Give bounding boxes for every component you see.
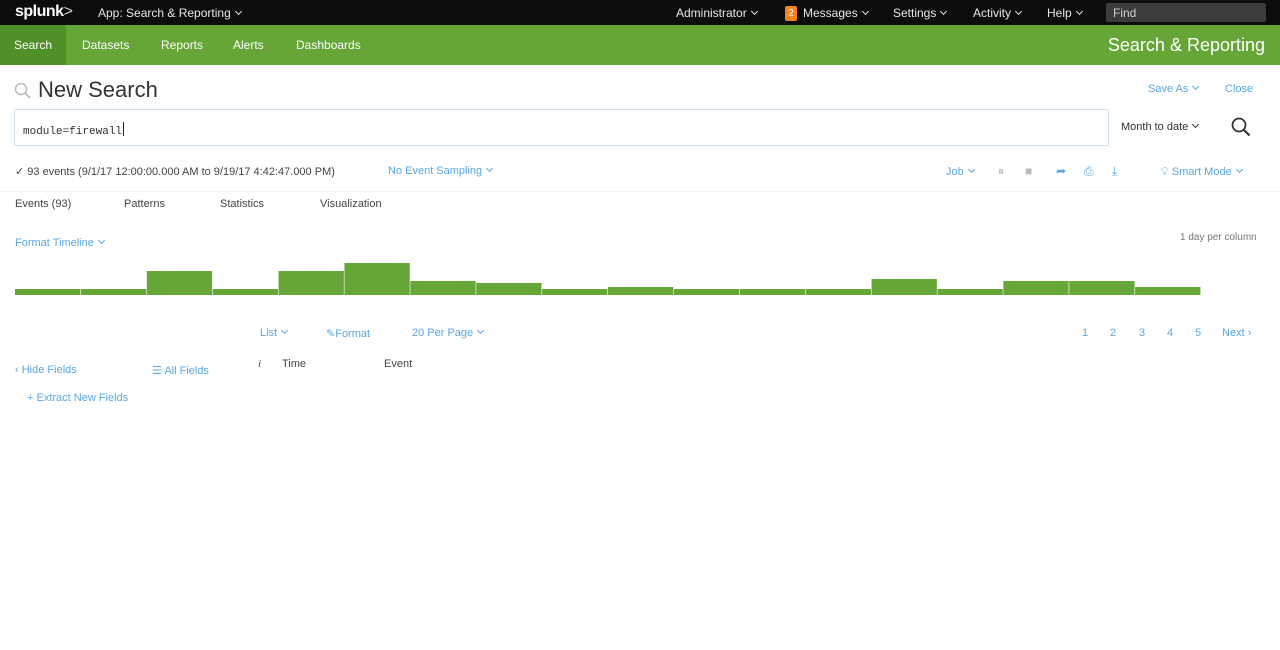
tab-statistics[interactable]: Statistics [220, 198, 264, 210]
messages-menu[interactable]: 2 Messages [785, 6, 869, 22]
nav-reports[interactable]: Reports [161, 38, 203, 52]
activity-menu[interactable]: Activity [973, 6, 1023, 20]
find-input[interactable]: Find [1106, 3, 1266, 22]
chevron-down-icon [97, 236, 105, 245]
timeline-bar[interactable] [410, 281, 476, 295]
chevron-down-icon [281, 326, 289, 335]
top-bar: splunk> App: Search & Reporting Administ… [0, 0, 1280, 25]
timeline-bar[interactable] [673, 289, 740, 295]
settings-menu[interactable]: Settings [893, 6, 948, 20]
timeline-scale-label: 1 day per column [1180, 232, 1257, 243]
pencil-icon: ✎ [326, 328, 336, 340]
column-event: Event [384, 358, 413, 370]
list-view-menu[interactable]: List [260, 326, 289, 339]
administrator-menu[interactable]: Administrator [676, 6, 758, 20]
tabs-divider [0, 191, 1280, 192]
timeline-bar[interactable] [542, 289, 608, 295]
nav-search[interactable]: Search [14, 38, 52, 52]
chevron-left-icon: ‹ [15, 364, 22, 376]
pause-icon[interactable]: ⏸ [998, 164, 1004, 179]
share-icon[interactable]: ➦ [1056, 164, 1066, 178]
page-title: New Search [38, 77, 158, 102]
tab-visualization[interactable]: Visualization [320, 198, 382, 210]
chevron-down-icon [1235, 165, 1243, 174]
lightbulb-icon: 💡︎ [1161, 166, 1172, 178]
timeline-bar[interactable] [1069, 281, 1135, 295]
chevron-down-icon [1075, 7, 1083, 16]
job-menu[interactable]: Job [946, 165, 975, 178]
hide-fields-link[interactable]: ‹ Hide Fields [15, 364, 77, 376]
chevron-down-icon [861, 7, 869, 16]
format-timeline-menu[interactable]: Format Timeline [15, 236, 105, 249]
nav-datasets[interactable]: Datasets [82, 38, 129, 52]
list-icon: ☰ [152, 365, 165, 377]
chevron-down-icon [967, 165, 975, 174]
timeline-bar[interactable] [80, 289, 147, 295]
page-2[interactable]: 2 [1110, 327, 1116, 339]
timeline-bar[interactable] [212, 289, 278, 295]
stop-icon[interactable]: ■ [1025, 164, 1032, 178]
search-query-text: module=firewall [23, 120, 125, 138]
timeline-bar[interactable] [739, 289, 806, 295]
nav-alerts[interactable]: Alerts [233, 38, 264, 52]
event-timeline[interactable] [15, 255, 1201, 295]
extract-fields-link[interactable]: + Extract New Fields [27, 392, 128, 404]
search-mode-menu[interactable]: 💡︎ Smart Mode [1161, 165, 1243, 179]
page-4[interactable]: 4 [1167, 327, 1173, 339]
timeline-bar[interactable] [476, 283, 542, 295]
search-status: ✓ 93 events (9/1/17 12:00:00.000 AM to 9… [15, 166, 335, 178]
timeline-bar[interactable] [608, 287, 674, 295]
search-query-input[interactable]: module=firewall [14, 109, 1109, 146]
app-bar: Search Datasets Reports Alerts Dashboard… [0, 25, 1280, 65]
close-link[interactable]: Close [1225, 83, 1253, 95]
next-page-link[interactable]: Next › [1222, 327, 1251, 339]
event-sampling-menu[interactable]: No Event Sampling [388, 164, 494, 177]
save-as-menu[interactable]: Save As [1148, 82, 1200, 95]
timeline-bar[interactable] [805, 289, 871, 295]
per-page-menu[interactable]: 20 Per Page [412, 326, 485, 339]
timeline-bar[interactable] [278, 271, 344, 295]
column-time[interactable]: Time [282, 358, 306, 370]
check-icon: ✓ [15, 166, 28, 178]
tab-events[interactable]: Events (93) [15, 198, 71, 210]
help-menu[interactable]: Help [1047, 6, 1083, 20]
time-range-picker[interactable]: Month to date [1121, 120, 1200, 133]
timeline-bar[interactable] [871, 279, 937, 295]
chevron-right-icon: › [1247, 327, 1252, 339]
all-fields-link[interactable]: ☰ All Fields [152, 364, 209, 377]
export-icon[interactable]: ⤓ [1112, 164, 1117, 179]
tab-patterns[interactable]: Patterns [124, 198, 165, 210]
format-menu[interactable]: ✎Format [326, 327, 370, 340]
nav-dashboards[interactable]: Dashboards [296, 38, 361, 52]
app-selector[interactable]: App: Search & Reporting [98, 6, 242, 20]
timeline-bar[interactable] [15, 289, 81, 295]
page-1[interactable]: 1 [1082, 327, 1088, 339]
print-icon[interactable]: ⎙ [1084, 164, 1094, 179]
column-info: i [258, 358, 262, 370]
page-3[interactable]: 3 [1139, 327, 1145, 339]
timeline-bar[interactable] [1135, 287, 1201, 295]
chevron-down-icon [477, 326, 485, 335]
chevron-down-icon [486, 164, 494, 173]
app-title: Search & Reporting [1107, 35, 1265, 55]
splunk-logo[interactable]: splunk> [15, 3, 73, 21]
search-icon [14, 82, 31, 99]
chevron-down-icon [1192, 120, 1200, 129]
messages-count-badge: 2 [785, 6, 797, 21]
chevron-down-icon [1192, 82, 1200, 91]
chevron-down-icon [1014, 7, 1023, 16]
timeline-bar[interactable] [344, 263, 410, 295]
timeline-bar[interactable] [937, 289, 1003, 295]
chevron-down-icon [750, 7, 758, 16]
timeline-bar[interactable] [1003, 281, 1069, 295]
search-button[interactable] [1230, 116, 1252, 138]
text-cursor [123, 122, 125, 136]
page-5[interactable]: 5 [1195, 327, 1201, 339]
chevron-down-icon [234, 7, 242, 16]
chevron-down-icon [940, 7, 948, 16]
timeline-bar[interactable] [146, 271, 213, 295]
